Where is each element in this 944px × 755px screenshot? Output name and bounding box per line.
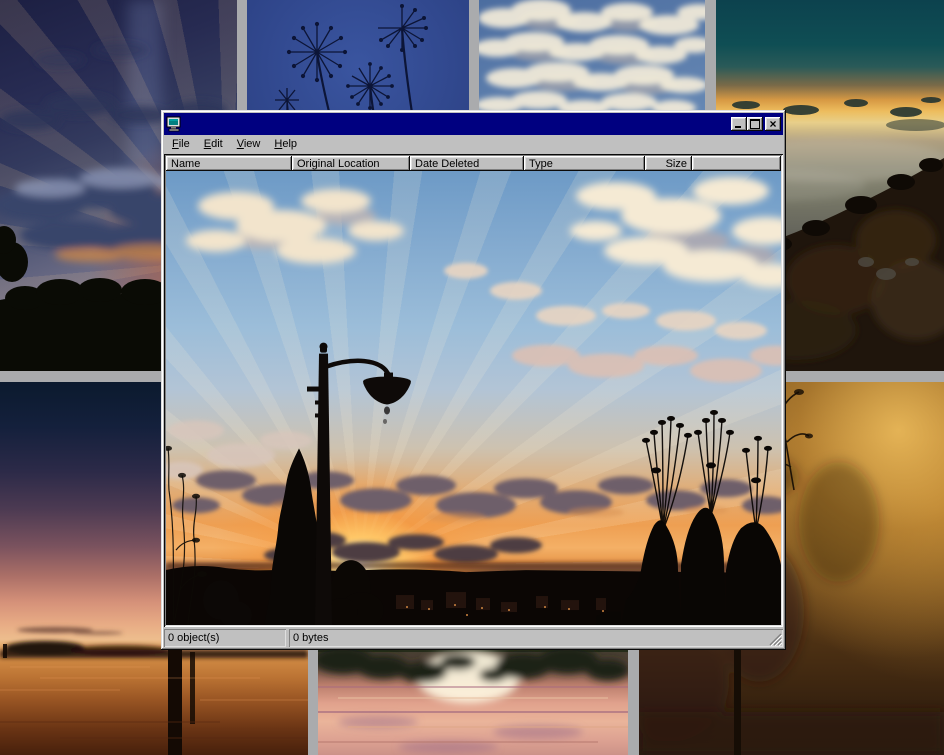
menu-edit[interactable]: Edit	[197, 137, 230, 151]
status-total-size: 0 bytes	[289, 629, 783, 647]
minimize-button[interactable]	[731, 117, 747, 131]
maximize-icon	[750, 119, 760, 129]
column-header-size[interactable]: Size	[645, 156, 692, 171]
column-header-name[interactable]: Name	[166, 156, 292, 171]
window-controls: ×	[731, 117, 781, 131]
minimize-icon	[735, 126, 741, 128]
menu-help[interactable]: Help	[267, 137, 304, 151]
close-button[interactable]: ×	[765, 117, 781, 131]
menu-file[interactable]: File	[165, 137, 197, 151]
column-header-row: Name Original Location Date Deleted Type…	[166, 156, 781, 171]
column-header-type[interactable]: Type	[524, 156, 645, 171]
clouds-upper-right	[570, 177, 781, 288]
menu-view[interactable]: View	[230, 137, 268, 151]
clouds-mid-right	[512, 345, 781, 383]
sunset-photo-overlay	[166, 171, 781, 625]
computer-icon[interactable]	[166, 116, 182, 132]
column-header-date-deleted[interactable]: Date Deleted	[410, 156, 524, 171]
menu-bar: File Edit View Help	[164, 135, 783, 153]
column-header-original-location[interactable]: Original Location	[292, 156, 410, 171]
list-content-area[interactable]	[166, 171, 781, 625]
column-header-blank[interactable]	[692, 156, 781, 171]
title-bar[interactable]: ×	[164, 113, 783, 135]
status-object-count: 0 object(s)	[164, 629, 286, 647]
clouds-upper-left	[186, 189, 404, 264]
file-list-view: Name Original Location Date Deleted Type…	[164, 154, 783, 627]
resize-grip[interactable]	[769, 633, 782, 646]
recycle-bin-window: × File Edit View Help Name Original Loca…	[161, 110, 786, 650]
desktop-background: × File Edit View Help Name Original Loca…	[0, 0, 944, 755]
status-bar: 0 object(s) 0 bytes	[164, 629, 783, 647]
maximize-button[interactable]	[747, 117, 763, 131]
